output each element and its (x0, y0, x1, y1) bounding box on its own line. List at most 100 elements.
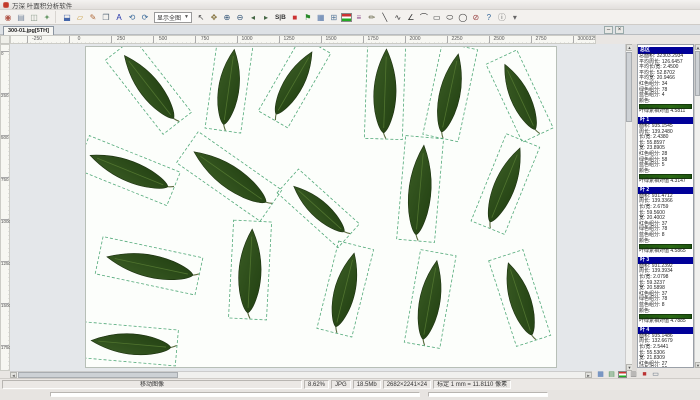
leaf-midrib (129, 61, 171, 115)
leaf-object[interactable] (86, 322, 178, 366)
leaf-petiole (171, 345, 177, 348)
image-icon[interactable]: ▦ (315, 11, 327, 23)
status-field: 8.62% (304, 380, 329, 389)
status-field: 2682×2241×24 (383, 380, 431, 389)
image-canvas[interactable] (10, 44, 625, 371)
next-image-icon[interactable]: ▸ (260, 11, 272, 23)
zoom-out-icon[interactable]: ⊖ (234, 11, 246, 23)
leaf-object[interactable] (404, 250, 456, 349)
toolbar-separator (55, 11, 59, 23)
panel-scroll-down-arrow[interactable]: ▼ (695, 362, 700, 368)
rotate-left-icon[interactable]: ⟲ (126, 11, 138, 23)
polyline-tool-icon[interactable]: ∿ (392, 11, 404, 23)
tab-close-button[interactable]: × (615, 26, 624, 34)
status-bar: 移动图像8.62%JPG18.5Mb2682×2241×24标定 1 mm = … (0, 378, 700, 390)
leaf-object[interactable] (205, 47, 253, 133)
edit-icon[interactable]: ✎ (87, 11, 99, 23)
leaf-petiole (532, 334, 536, 340)
leaf-petiole (193, 273, 199, 277)
text-tool-icon[interactable]: A (113, 11, 125, 23)
leaf-object[interactable] (423, 47, 478, 142)
view-mode-select[interactable]: 显示全图▼ (154, 12, 192, 23)
rect-tool-icon[interactable]: ▭ (431, 11, 443, 23)
exclude-tool-icon[interactable]: ⊘ (470, 11, 482, 23)
capture-icon[interactable]: ◉ (2, 11, 14, 23)
pan-icon[interactable]: ✥ (208, 11, 220, 23)
copy-icon[interactable]: ❐ (100, 11, 112, 23)
leaf-object[interactable] (471, 134, 540, 235)
panel-scrollbar[interactable]: ▲ ▼ (694, 44, 700, 368)
chlorophyll-row: 叶绿素相对值 4.7885 (638, 319, 693, 325)
application-window: 万深 叶面积分析软件 ◉▤◫✦⬓▱✎❐A⟲⟳显示全图▼↖✥⊕⊖◂▸S|B■⚑▦⊞… (0, 0, 700, 400)
rotate-right-icon[interactable]: ⟳ (139, 11, 151, 23)
leaf-petiole (174, 117, 179, 123)
flag-icon[interactable]: ⚑ (302, 11, 314, 23)
leaf-petiole (416, 235, 419, 241)
batch-icon[interactable]: ✦ (41, 11, 53, 23)
leaf-section: 叶 4面积: 935.1486周长: 132.6679长/宽: 2.5441长:… (638, 327, 693, 368)
save-icon[interactable]: ⬓ (61, 11, 73, 23)
leaf-object[interactable] (317, 241, 374, 337)
leaf-petiole (273, 114, 278, 120)
pointer-icon[interactable]: ↖ (195, 11, 207, 23)
ellipse-tool-icon[interactable]: ⬭ (444, 11, 456, 23)
about-icon[interactable]: ⓘ (496, 11, 508, 23)
leaf-object[interactable] (489, 250, 551, 347)
panel-scroll-up-arrow[interactable]: ▲ (695, 44, 700, 50)
leaf-object[interactable] (95, 237, 203, 295)
leaf-object[interactable] (364, 47, 405, 140)
open-icon[interactable]: ▱ (74, 11, 86, 23)
leaf-section: 叶 2面积: 931.4712周长: 139.3366长/宽: 2.6759长:… (638, 187, 693, 255)
leaf-midrib (298, 190, 341, 229)
leaf-object[interactable] (486, 50, 553, 142)
leaf-object[interactable] (229, 220, 272, 320)
angle-tool-icon[interactable]: ∠ (405, 11, 417, 23)
sb-mode-label[interactable]: S|B (273, 14, 288, 21)
more-icon[interactable]: ▾ (509, 11, 521, 23)
h-ruler-label: 2000 (409, 36, 420, 42)
chlorophyll-row: 叶绿素相对值 4.3147 (638, 179, 693, 185)
leaf-petiole (248, 313, 251, 319)
h-ruler-label: 1750 (367, 36, 378, 42)
leaf-midrib (200, 156, 261, 199)
zoom-in-icon[interactable]: ⊕ (221, 11, 233, 23)
leaf-petiole (488, 222, 492, 228)
leaf-section: 叶 1面积: 935.1545周长: 139.2480长/宽: 2.4380长:… (638, 117, 693, 185)
image-tab[interactable]: 300-01.jpg[5TH] (3, 26, 54, 35)
scanned-leaf-image[interactable] (85, 46, 557, 368)
chlorophyll-row: 叶绿素相对值 4.5865 (638, 249, 693, 255)
metric-row: 绿色组分: 66 (638, 367, 693, 368)
h-ruler-label: 2250 (451, 36, 462, 42)
measurement-panel: 总区总面积: 32303.2934平均周长: 126.6457平均长/宽: 2.… (637, 44, 694, 368)
panel-scroll-thumb[interactable] (695, 51, 700, 96)
color-flag-icon[interactable] (618, 371, 627, 378)
device-icon[interactable]: ◫ (28, 11, 40, 23)
leaf-object[interactable] (177, 132, 282, 222)
total-section: 总区总面积: 32303.2934平均周长: 126.6457平均长/宽: 2.… (638, 47, 693, 115)
line-tool-icon[interactable]: ╲ (379, 11, 391, 23)
arc-tool-icon[interactable]: ⌒ (418, 11, 430, 23)
leaf-object[interactable] (86, 136, 180, 206)
leaf-object[interactable] (277, 169, 359, 248)
horizontal-scrollbar[interactable]: ◄ ► (10, 371, 592, 378)
tab-minimize-button[interactable]: – (604, 26, 613, 34)
h-ruler-label: 1000 (241, 36, 252, 42)
grid-icon[interactable]: ⊞ (328, 11, 340, 23)
color-bands-icon[interactable] (341, 13, 352, 22)
help-icon[interactable]: ? (483, 11, 495, 23)
leaf-object[interactable] (258, 47, 330, 128)
layers-icon[interactable]: ≡ (353, 11, 365, 23)
leaf-object[interactable] (397, 136, 444, 243)
secondary-progress-bar (428, 392, 548, 397)
leaf-petiole (535, 129, 540, 135)
leaf-object[interactable] (105, 47, 191, 134)
circle-tool-icon[interactable]: ◯ (457, 11, 469, 23)
prev-image-icon[interactable]: ◂ (247, 11, 259, 23)
vertical-scrollbar[interactable]: ▲ ▼ (625, 44, 632, 371)
h-ruler-label: 250 (117, 36, 125, 42)
h-ruler-label: 0 (78, 36, 81, 42)
pen-icon[interactable]: ✏ (366, 11, 378, 23)
scan-icon[interactable]: ▤ (15, 11, 27, 23)
h-ruler-label: -250 (32, 36, 42, 42)
marker-icon[interactable]: ■ (289, 11, 301, 23)
